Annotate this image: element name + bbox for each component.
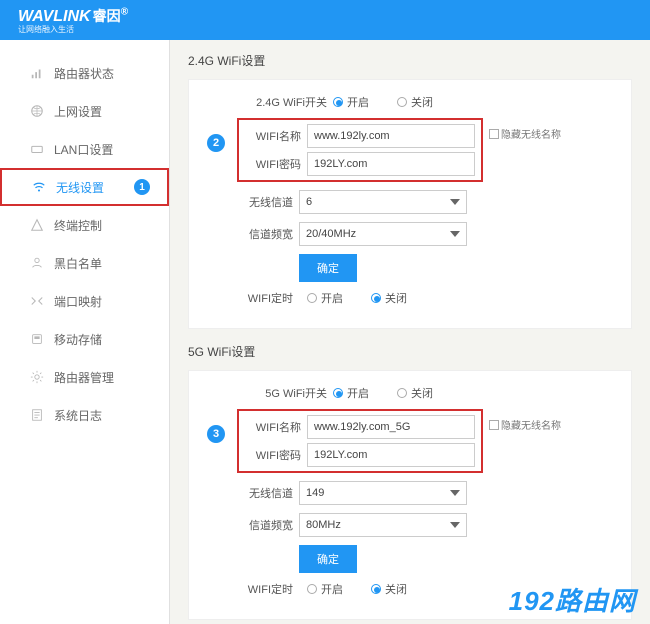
sidebar-item-status[interactable]: 路由器状态 [0,54,169,92]
input-24g-name[interactable] [307,124,475,148]
sidebar-item-admin[interactable]: 路由器管理 [0,358,169,396]
wifi-icon [32,180,46,194]
input-24g-pwd[interactable] [307,152,475,176]
label-5g-bw: 信道频宽 [237,517,293,533]
radio-5g-timer-off[interactable]: 关闭 [371,581,407,597]
sidebar-label: 路由器状态 [54,65,114,82]
storage-icon [30,332,44,346]
label-24g-switch: 2.4G WiFi开关 [237,94,327,110]
radio-24g-off[interactable]: 关闭 [397,94,433,110]
step-badge-2: 2 [207,134,225,152]
sidebar-label: LAN口设置 [54,141,113,158]
sidebar-item-lan[interactable]: LAN口设置 [0,130,169,168]
sidebar-label: 黑白名单 [54,255,102,272]
label-5g-timer: WIFI定时 [237,581,293,597]
sidebar-label: 移动存储 [54,331,102,348]
terminal-icon [30,218,44,232]
sidebar-item-wireless[interactable]: 无线设置 1 [0,168,169,206]
sidebar-item-syslog[interactable]: 系统日志 [0,396,169,434]
sidebar-item-portmap[interactable]: 端口映射 [0,282,169,320]
log-icon [30,408,44,422]
portmap-icon [30,294,44,308]
brand-logo: WAVLINK睿因® 让网络融入生活 [18,6,128,35]
watermark: 192路由网 [509,581,636,618]
checkbox-24g-hide[interactable]: 隐藏无线名称 [489,126,561,141]
row-5g-switch: 5G WiFi开关 开启 关闭 [237,385,613,401]
select-5g-bw[interactable]: 80MHz [299,513,467,537]
section-title-5g: 5G WiFi设置 [188,343,632,360]
select-24g-bw[interactable]: 20/40MHz [299,222,467,246]
sidebar-label: 上网设置 [54,103,102,120]
gear-icon [30,370,44,384]
section-title-24g: 2.4G WiFi设置 [188,52,632,69]
label-5g-name: WIFI名称 [245,419,301,435]
label-5g-channel: 无线信道 [237,485,293,501]
label-5g-pwd: WIFI密码 [245,447,301,463]
sidebar-label: 终端控制 [54,217,102,234]
radio-24g-timer-off[interactable]: 关闭 [371,290,407,306]
globe-icon [30,104,44,118]
radio-24g-on[interactable]: 开启 [333,94,369,110]
sidebar-label: 系统日志 [54,407,102,424]
sidebar-label: 端口映射 [54,293,102,310]
radio-5g-on[interactable]: 开启 [333,385,369,401]
app-header: WAVLINK睿因® 让网络融入生活 [0,0,650,40]
status-icon [30,66,44,80]
btn-5g-confirm[interactable]: 确定 [299,545,357,573]
radio-24g-timer-on[interactable]: 开启 [307,290,343,306]
content-area: 2.4G WiFi设置 2 2.4G WiFi开关 开启 关闭 WIFI名称 [170,40,650,624]
select-24g-channel[interactable]: 6 [299,190,467,214]
step-badge-3: 3 [207,425,225,443]
highlight-5g: WIFI名称 WIFI密码 [237,409,483,473]
select-5g-channel[interactable]: 149 [299,481,467,505]
sidebar-item-terminal[interactable]: 终端控制 [0,206,169,244]
input-5g-name[interactable] [307,415,475,439]
label-24g-timer: WIFI定时 [237,290,293,306]
checkbox-5g-hide[interactable]: 隐藏无线名称 [489,417,561,432]
panel-24g: 2 2.4G WiFi开关 开启 关闭 WIFI名称 [188,79,632,329]
label-24g-bw: 信道频宽 [237,226,293,242]
highlight-24g: WIFI名称 WIFI密码 [237,118,483,182]
btn-24g-confirm[interactable]: 确定 [299,254,357,282]
radio-5g-timer-on[interactable]: 开启 [307,581,343,597]
step-badge-1: 1 [134,179,150,195]
label-24g-pwd: WIFI密码 [245,156,301,172]
input-5g-pwd[interactable] [307,443,475,467]
label-24g-name: WIFI名称 [245,128,301,144]
sidebar-item-internet[interactable]: 上网设置 [0,92,169,130]
sidebar: 路由器状态 上网设置 LAN口设置 无线设置 1 终端控制 黑白名单 端口映射 [0,40,170,624]
sidebar-label: 路由器管理 [54,369,114,386]
label-24g-channel: 无线信道 [237,194,293,210]
lan-icon [30,142,44,156]
sidebar-item-blacklist[interactable]: 黑白名单 [0,244,169,282]
sidebar-label: 无线设置 [56,179,104,196]
label-5g-switch: 5G WiFi开关 [237,385,327,401]
sidebar-item-storage[interactable]: 移动存储 [0,320,169,358]
row-24g-switch: 2.4G WiFi开关 开启 关闭 [237,94,613,110]
radio-5g-off[interactable]: 关闭 [397,385,433,401]
list-icon [30,256,44,270]
